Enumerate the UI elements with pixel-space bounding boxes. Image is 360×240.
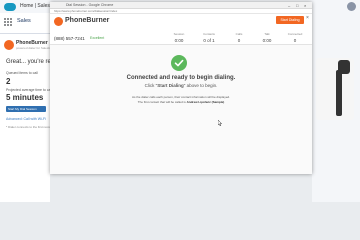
- phoneburner-logo-icon: [4, 40, 14, 50]
- stat-calls: Calls 0: [228, 32, 250, 43]
- stat-value: 0: [237, 38, 241, 43]
- start-dialing-button[interactable]: Start Dialing: [276, 16, 304, 24]
- first-contact-name: Andrew Lipshutz (Sample): [186, 100, 225, 104]
- maximize-icon[interactable]: □: [296, 3, 298, 8]
- projected-time-value: 5 minutes: [6, 93, 44, 102]
- advanced-link[interactable]: Advanced: Call with Wi-Fi: [6, 117, 46, 121]
- close-dialer-icon[interactable]: ×: [306, 15, 309, 21]
- dialer-note: * Dialer connects to the first record: [6, 125, 53, 129]
- caller-id-number[interactable]: (888) 557-7241: [54, 36, 85, 41]
- stat-label: Connected: [287, 32, 303, 36]
- instruction-suffix: " above to begin.: [183, 83, 218, 88]
- dialer-info-note: As the dialer calls each person, their c…: [131, 95, 231, 99]
- stat-session: Session 0:00: [168, 32, 190, 43]
- close-window-icon[interactable]: ×: [304, 3, 306, 8]
- instruction-prefix: Click ": [144, 83, 158, 88]
- salesforce-logo-icon: [4, 3, 16, 11]
- stat-contacts: Contacts 0 of 1: [198, 32, 220, 43]
- dial-session-window: Dial Session - Google Chrome – □ × https…: [50, 2, 312, 174]
- dialer-content: Connected and ready to begin dialing. Cl…: [50, 45, 312, 174]
- mouse-cursor-icon: [218, 120, 222, 126]
- stat-label: Contacts: [203, 32, 215, 36]
- queued-label: Queued items to call: [6, 71, 38, 75]
- stat-label: Talk: [264, 32, 270, 36]
- minimize-icon[interactable]: –: [288, 3, 290, 8]
- phoneburner-logo-icon: [54, 17, 63, 26]
- instruction-action: Start Dialing: [157, 83, 184, 88]
- user-avatar[interactable]: [347, 2, 356, 11]
- stat-value: 0:00: [174, 38, 184, 43]
- ready-instruction: Click "Start Dialing" above to begin.: [50, 83, 312, 88]
- session-stats-bar: (888) 557-7241 Excellent Session 0:00 Co…: [50, 30, 312, 45]
- phone-headset-image: [316, 58, 354, 120]
- ready-headline: Connected and ready to begin dialing.: [126, 75, 236, 81]
- stat-label: Session: [173, 32, 185, 36]
- first-contact-note: The first contact that will be called is…: [50, 100, 312, 104]
- stat-value: 0 of 1: [203, 38, 215, 43]
- address-url[interactable]: https://www.phoneburner.com/dialsession/…: [54, 9, 117, 13]
- projected-time-label: Projected average time to call: [6, 88, 53, 92]
- stat-value: 0: [293, 38, 297, 43]
- start-dial-session-button[interactable]: Start My Dial Session: [6, 106, 46, 112]
- success-check-icon: [171, 55, 187, 71]
- stat-label: Calls: [235, 32, 243, 36]
- app-name[interactable]: Sales: [17, 18, 31, 24]
- dialer-header: PhoneBurner: [50, 14, 312, 29]
- app-title: PhoneBurner: [65, 17, 110, 24]
- window-title: Dial Session - Google Chrome: [66, 2, 114, 7]
- first-contact-prefix: The first contact that will be called is: [137, 100, 187, 104]
- queued-value: 2: [6, 77, 11, 86]
- stat-connected: Connected 0: [284, 32, 306, 43]
- stat-talk: Talk 0:00: [256, 32, 278, 43]
- stat-value: 0:00: [262, 38, 272, 43]
- app-launcher-icon[interactable]: [4, 18, 12, 26]
- connection-quality: Excellent: [90, 36, 105, 40]
